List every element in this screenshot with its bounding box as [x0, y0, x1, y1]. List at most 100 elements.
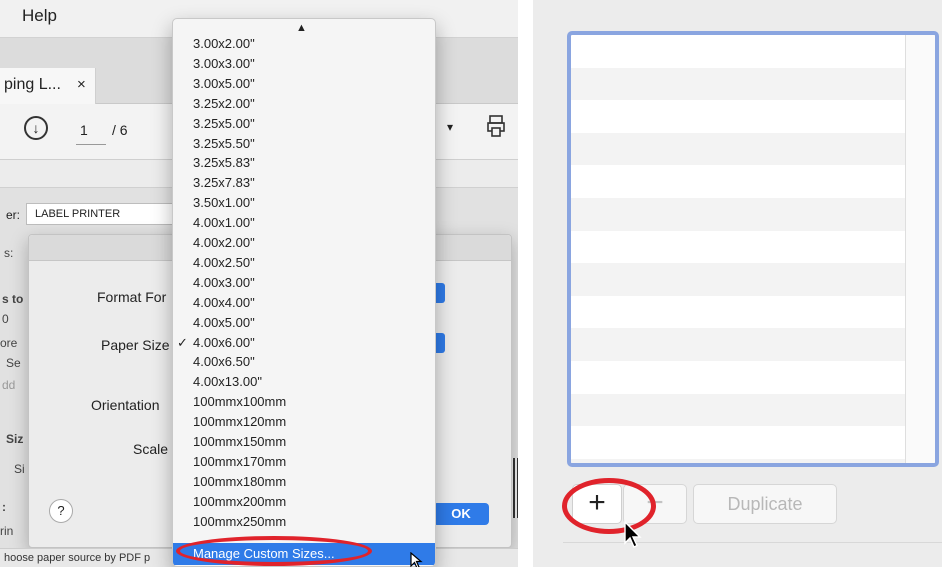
print-dialog-screenshot: Help ping L... × ↓ 1 / 6 ▾ er: LABEL PRI… — [0, 0, 518, 567]
paper-size-option[interactable]: 4.00x5.00" — [173, 313, 435, 332]
printer-select[interactable]: LABEL PRINTER — [26, 203, 174, 225]
paper-size-dropdown-menu: ▲ 3.00x2.00" 3.00x3.00" 3.00x5.00" 3.25x2.0… — [172, 18, 436, 567]
list-row[interactable] — [571, 458, 905, 463]
status-text: hoose paper source by PDF p — [4, 552, 151, 564]
paper-size-option[interactable]: 4.00x4.00" — [173, 293, 435, 312]
download-icon[interactable]: ↓ — [24, 116, 48, 140]
list-row[interactable] — [571, 393, 905, 427]
paper-size-option-label: 4.00x6.00" — [193, 334, 255, 350]
paper-size-option[interactable]: 4.00x13.00" — [173, 372, 435, 391]
paper-size-option-label: 3.25x5.00" — [193, 115, 255, 131]
scroll-up-arrow-icon[interactable]: ▲ — [296, 22, 307, 34]
paper-size-option-label: 100mmx180mm — [193, 473, 287, 489]
ok-button[interactable]: OK — [433, 503, 489, 525]
paper-size-option-label: 3.00x2.00" — [193, 36, 255, 51]
paper-size-option[interactable]: 4.00x2.00" — [173, 233, 435, 252]
bg-radio-label[interactable]: Se — [6, 356, 21, 370]
list-row[interactable] — [571, 328, 905, 361]
paper-size-option-label: 4.00x2.00" — [193, 235, 255, 250]
list-row[interactable] — [571, 100, 905, 133]
paper-size-option[interactable]: 3.00x3.00" — [173, 54, 435, 73]
help-menu[interactable]: Help — [22, 6, 57, 26]
paper-size-option[interactable]: 100mmx120mm — [173, 412, 435, 431]
bg-label: : — [2, 500, 6, 514]
paper-size-option-label: 100mmx100mm — [193, 394, 287, 410]
paper-size-option-label: 100mmx120mm — [193, 414, 287, 430]
paper-size-option[interactable]: 4.00x3.00" — [173, 273, 435, 292]
paper-size-option-label: 3.00x3.00" — [193, 55, 255, 71]
paper-size-option[interactable]: 100mmx250mm — [173, 512, 435, 531]
paper-size-option-label: 3.25x5.83" — [193, 155, 255, 171]
bg-label: 0 — [2, 312, 9, 326]
bg-label: rin — [0, 524, 14, 538]
paper-size-option-label: 3.00x5.00" — [193, 75, 255, 91]
list-row[interactable] — [571, 67, 905, 101]
bg-label: dd — [2, 378, 16, 392]
printer-label: er: — [6, 208, 21, 222]
paper-size-option[interactable]: 3.00x5.00" — [173, 74, 435, 93]
bg-label: s to — [2, 292, 24, 306]
list-row[interactable] — [571, 35, 905, 68]
paper-size-option[interactable]: 3.50x1.00" — [173, 193, 435, 212]
list-side-column — [905, 35, 935, 463]
paper-size-option-label: 4.00x2.50" — [193, 254, 255, 270]
list-row[interactable] — [571, 361, 905, 394]
list-row[interactable] — [571, 263, 905, 296]
paper-size-option[interactable]: 100mmx180mm — [173, 472, 435, 491]
paper-size-option-label: 100mmx150mm — [193, 434, 287, 449]
paper-size-option[interactable]: 4.00x6.50" — [173, 352, 435, 371]
paper-size-option-label: 100mmx250mm — [193, 513, 287, 529]
chevron-down-icon[interactable]: ▾ — [447, 120, 453, 134]
paper-size-option[interactable]: 3.00x2.00" — [173, 34, 435, 53]
bg-label: Siz — [6, 432, 24, 446]
paper-size-option[interactable]: 3.25x2.00" — [173, 94, 435, 113]
paper-size-label: Paper Size — [101, 337, 170, 353]
paper-size-option-label: 100mmx200mm — [193, 493, 287, 509]
paper-size-option[interactable]: 4.00x2.50" — [173, 253, 435, 272]
checkmark-icon: ✓ — [177, 334, 188, 350]
paper-size-option[interactable]: 3.25x5.00" — [173, 114, 435, 133]
paper-size-option-label: 3.25x7.83" — [193, 175, 255, 191]
bg-label: s: — [4, 246, 14, 260]
paper-size-option-label: 3.50x1.00" — [193, 195, 255, 211]
list-row[interactable] — [571, 198, 905, 231]
orientation-label: Orientation — [91, 397, 160, 413]
paper-size-option[interactable]: 3.25x5.50" — [173, 134, 435, 153]
list-row[interactable] — [571, 426, 905, 459]
page-number-input[interactable]: 1 — [80, 122, 88, 138]
printer-icon[interactable] — [487, 114, 509, 144]
paper-size-option-label: 3.25x2.00" — [193, 95, 255, 111]
mouse-pointer-icon — [624, 520, 642, 548]
paper-size-option[interactable]: 100mmx200mm — [173, 492, 435, 511]
bg-label: ore — [0, 336, 18, 350]
document-tab[interactable]: ping L... × — [0, 68, 96, 104]
paper-size-option[interactable]: 3.25x5.83" — [173, 153, 435, 172]
paper-size-option-label: 4.00x6.50" — [193, 354, 255, 370]
paper-size-option[interactable]: 100mmx170mm — [173, 452, 435, 471]
format-for-label: Format For — [97, 289, 167, 305]
tab-title: ping L... — [4, 76, 61, 93]
tab-close-icon[interactable]: × — [77, 76, 86, 93]
list-row[interactable] — [571, 231, 905, 264]
list-row[interactable] — [571, 165, 905, 198]
page-total: / 6 — [112, 122, 128, 138]
help-button[interactable]: ? — [49, 499, 73, 523]
paper-size-option[interactable]: 3.25x7.83" — [173, 173, 435, 192]
paper-size-option[interactable]: 100mmx150mm — [173, 432, 435, 451]
bg-select[interactable]: Si — [14, 462, 25, 476]
custom-sizes-list[interactable] — [567, 31, 939, 467]
paper-size-option-label: 4.00x5.00" — [193, 314, 255, 330]
custom-sizes-screenshot: + − Duplicate — [533, 0, 942, 567]
paper-size-option[interactable]: 4.00x1.00" — [173, 213, 435, 232]
mouse-pointer-icon — [410, 552, 423, 567]
list-row[interactable] — [571, 132, 905, 166]
paper-size-option-label: 4.00x4.00" — [193, 294, 255, 310]
paper-size-option[interactable]: ✓ 4.00x6.00" — [173, 333, 435, 352]
highlight-ring — [176, 536, 372, 566]
scale-label: Scale — [133, 441, 169, 457]
divider — [563, 542, 942, 543]
paper-size-option-label: 4.00x13.00" — [193, 374, 262, 390]
list-row[interactable] — [571, 296, 905, 329]
duplicate-button[interactable]: Duplicate — [693, 484, 837, 524]
paper-size-option[interactable]: 100mmx100mm — [173, 392, 435, 411]
